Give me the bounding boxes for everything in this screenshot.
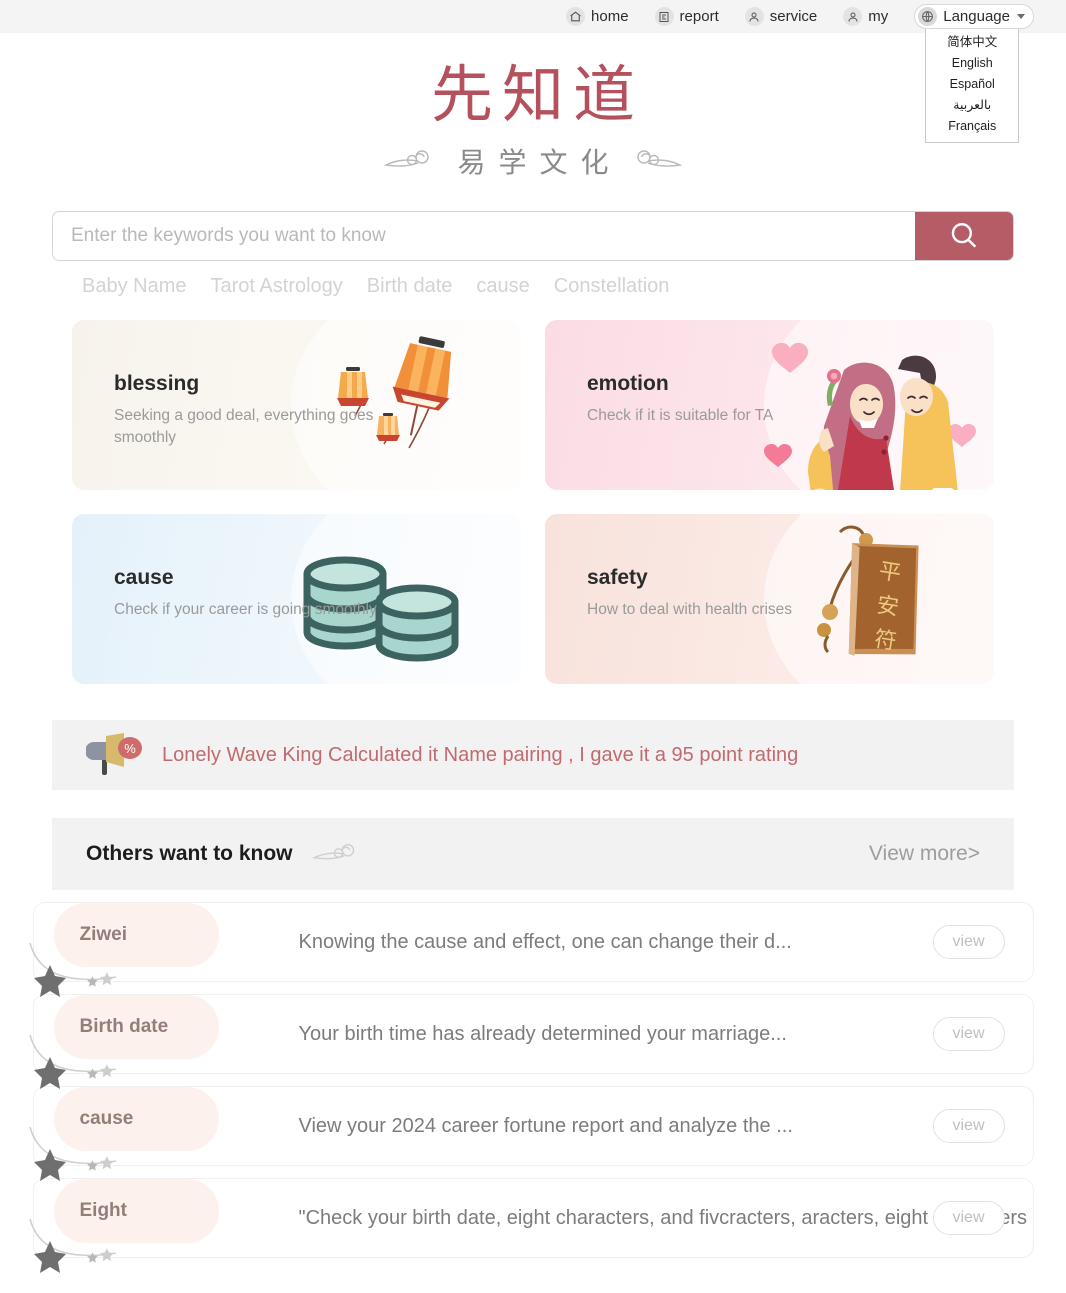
service-icon [744, 7, 764, 26]
language-button-label: Language [943, 8, 1010, 25]
others-want-to-know-header: Others want to know View more > [52, 818, 1014, 890]
language-switcher: Language 简体中文 English Español بالعربية F… [914, 4, 1034, 144]
user-icon [843, 7, 863, 26]
category-card-safety[interactable]: 平安符 safety How to deal with health crise… [545, 514, 994, 684]
others-header-left: Others want to know [86, 841, 361, 867]
category-card-grid: blessing Seeking a good deal, everything… [72, 320, 994, 684]
list-item-text: Knowing the cause and effect, one can ch… [298, 930, 792, 953]
card-title-cause: cause [114, 566, 174, 589]
category-card-cause[interactable]: cause Check if your career is going smoo… [72, 514, 521, 684]
list-item-text: "Check your birth date, eight characters… [298, 1206, 1028, 1229]
category-card-emotion[interactable]: emotion Check if it is suitable for TA [545, 320, 994, 490]
search-bar [52, 211, 1014, 261]
section-title: Others want to know [86, 842, 293, 865]
language-option-fr[interactable]: Français [926, 116, 1018, 137]
view-button[interactable]: view [932, 925, 1005, 959]
card-title-blessing: blessing [114, 372, 200, 395]
language-option-zh[interactable]: 简体中文 [926, 32, 1018, 53]
tag-baby-name[interactable]: Baby Name [82, 275, 187, 298]
language-option-en[interactable]: English [926, 53, 1018, 74]
view-more-label: View more [868, 842, 968, 865]
card-desc-emotion: Check if it is suitable for TA [587, 407, 774, 424]
nav-label-home: home [591, 8, 629, 25]
language-option-ar[interactable]: بالعربية [926, 95, 1018, 116]
tag-birth-date[interactable]: Birth date [367, 275, 453, 298]
chevron-right-icon: > [967, 842, 980, 865]
home-icon [566, 7, 586, 26]
nav-label-service: service [769, 8, 818, 25]
chevron-down-icon [1017, 14, 1025, 19]
view-button[interactable]: view [932, 1017, 1005, 1051]
card-desc-blessing: Seeking a good deal, everything goes smo… [114, 407, 374, 447]
announcement-banner[interactable]: % Lonely Wave King Calculated it Name pa… [52, 720, 1014, 790]
view-button[interactable]: view [932, 1201, 1005, 1235]
logo-title: 先知道 [430, 62, 644, 130]
tag-tarot-astrology[interactable]: Tarot Astrology [211, 275, 343, 298]
megaphone-icon: % [86, 733, 142, 775]
list-item-tag: Birth date [53, 995, 219, 1059]
search-suggestion-tags: Baby Name Tarot Astrology Birth date cau… [52, 275, 1014, 298]
card-title-emotion: emotion [587, 372, 669, 395]
view-button[interactable]: view [932, 1109, 1005, 1143]
search-button[interactable] [915, 212, 1013, 260]
cloud-icon [311, 843, 354, 860]
report-icon [654, 7, 674, 26]
cloud-ornament-right-icon [636, 150, 682, 167]
top-navigation-bar: home report service my Language 简体中文 Eng… [0, 0, 1066, 144]
language-option-es[interactable]: Español [926, 74, 1018, 95]
list-item[interactable]: cause View your 2024 career fortune repo… [28, 1086, 1034, 1181]
logo-subtitle-row: 易学文化 [0, 141, 1066, 181]
site-logo: 先知道 易学文化 [0, 33, 1066, 181]
list-item-text: Your birth time has already determined y… [298, 1022, 787, 1045]
list-item-text: View your 2024 career fortune report and… [298, 1114, 793, 1137]
tag-cause[interactable]: cause [476, 275, 529, 298]
nav-label-report: report [679, 8, 719, 25]
logo-subtitle: 易学文化 [457, 148, 622, 179]
card-title-safety: safety [587, 566, 648, 589]
list-item[interactable]: Eight "Check your birth date, eight char… [28, 1178, 1034, 1273]
category-card-blessing[interactable]: blessing Seeking a good deal, everything… [72, 320, 521, 490]
nav-item-my[interactable]: my [843, 7, 888, 26]
nav-label-my: my [868, 8, 889, 25]
list-item-tag: Ziwei [53, 903, 219, 967]
nav-item-home[interactable]: home [566, 7, 629, 26]
tag-constellation[interactable]: Constellation [554, 275, 670, 298]
search-icon [951, 223, 977, 248]
language-dropdown-menu[interactable]: 简体中文 English Español بالعربية Français [925, 26, 1020, 144]
card-desc-safety: How to deal with health crises [587, 601, 793, 618]
nav-item-report[interactable]: report [654, 7, 719, 26]
announcement-text: Lonely Wave King Calculated it Name pair… [162, 743, 799, 766]
topic-list: Ziwei Knowing the cause and effect, one … [28, 902, 1034, 1273]
card-desc-cause: Check if your career is going smoothly [114, 601, 377, 618]
globe-icon [918, 7, 938, 26]
list-item[interactable]: Birth date Your birth time has already d… [28, 994, 1034, 1089]
cloud-ornament-left-icon [384, 150, 430, 167]
svg-text:%: % [124, 741, 136, 756]
list-item-tag: cause [53, 1087, 219, 1151]
search-input[interactable] [53, 212, 915, 260]
list-item-tag: Eight [53, 1179, 219, 1243]
nav-item-service[interactable]: service [744, 7, 818, 26]
language-button[interactable]: Language [914, 4, 1034, 29]
list-item[interactable]: Ziwei Knowing the cause and effect, one … [28, 902, 1034, 997]
view-more-link[interactable]: View more > [869, 842, 980, 866]
